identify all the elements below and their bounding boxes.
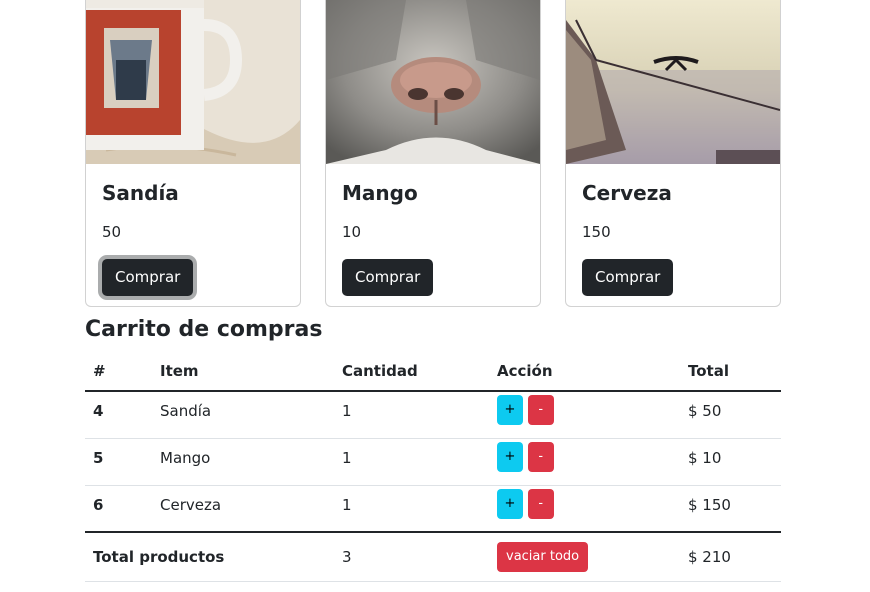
product-image-boat [566, 0, 780, 164]
increase-button[interactable]: + [497, 488, 523, 519]
product-price: 50 [102, 223, 122, 241]
col-header-total: Total [680, 354, 781, 392]
product-price: 10 [342, 223, 362, 241]
product-card: Mango 10 Comprar [325, 0, 541, 307]
col-header-qty: Cantidad [334, 354, 489, 392]
col-header-action: Acción [489, 354, 680, 392]
product-image-mug [86, 0, 300, 164]
row-qty: 1 [334, 391, 489, 439]
row-total: $ 50 [680, 391, 781, 439]
product-name: Mango [342, 181, 418, 205]
cart-table: # Item Cantidad Acción Total 4 Sandía 1 … [85, 354, 781, 582]
increase-button[interactable]: + [497, 395, 523, 425]
col-header-item: Item [152, 354, 334, 392]
product-name: Cerveza [582, 181, 672, 205]
row-actions: + - [489, 485, 680, 533]
row-actions: + - [489, 391, 680, 439]
row-total: $ 10 [680, 438, 781, 486]
row-actions: + - [489, 438, 680, 486]
row-id: 4 [85, 391, 152, 439]
row-item: Cerveza [152, 485, 334, 533]
row-qty: 1 [334, 438, 489, 486]
table-row: 6 Cerveza 1 + - $ 150 [85, 485, 781, 533]
row-item: Mango [152, 438, 334, 486]
table-row: 4 Sandía 1 + - $ 50 [85, 391, 781, 439]
row-id: 6 [85, 485, 152, 533]
table-row: 5 Mango 1 + - $ 10 [85, 438, 781, 486]
decrease-button[interactable]: - [527, 488, 554, 519]
increase-button[interactable]: + [497, 441, 523, 472]
table-footer-row: Total productos 3 vaciar todo $ 210 [85, 532, 781, 582]
buy-button[interactable]: Comprar [342, 259, 434, 296]
buy-button[interactable]: Comprar [102, 259, 194, 296]
clear-cell: vaciar todo [489, 532, 680, 582]
row-id: 5 [85, 438, 152, 486]
table-header-row: # Item Cantidad Acción Total [85, 354, 781, 392]
clear-cart-button[interactable]: vaciar todo [497, 541, 589, 572]
product-card: Cerveza 150 Comprar [565, 0, 781, 307]
buy-button[interactable]: Comprar [582, 259, 674, 296]
product-cards: Sandía 50 Comprar Mango 10 Comprar Cerve… [85, 0, 781, 308]
decrease-button[interactable]: - [527, 441, 554, 472]
cart-title: Carrito de compras [85, 317, 323, 342]
product-price: 150 [582, 223, 611, 241]
total-products-qty: 3 [334, 532, 489, 582]
decrease-button[interactable]: - [527, 395, 554, 425]
row-item: Sandía [152, 391, 334, 439]
total-products-label: Total productos [85, 532, 334, 582]
product-card: Sandía 50 Comprar [85, 0, 301, 307]
col-header-id: # [85, 354, 152, 392]
product-image-cat [326, 0, 540, 164]
product-name: Sandía [102, 181, 179, 205]
row-total: $ 150 [680, 485, 781, 533]
grand-total: $ 210 [680, 532, 781, 582]
row-qty: 1 [334, 485, 489, 533]
